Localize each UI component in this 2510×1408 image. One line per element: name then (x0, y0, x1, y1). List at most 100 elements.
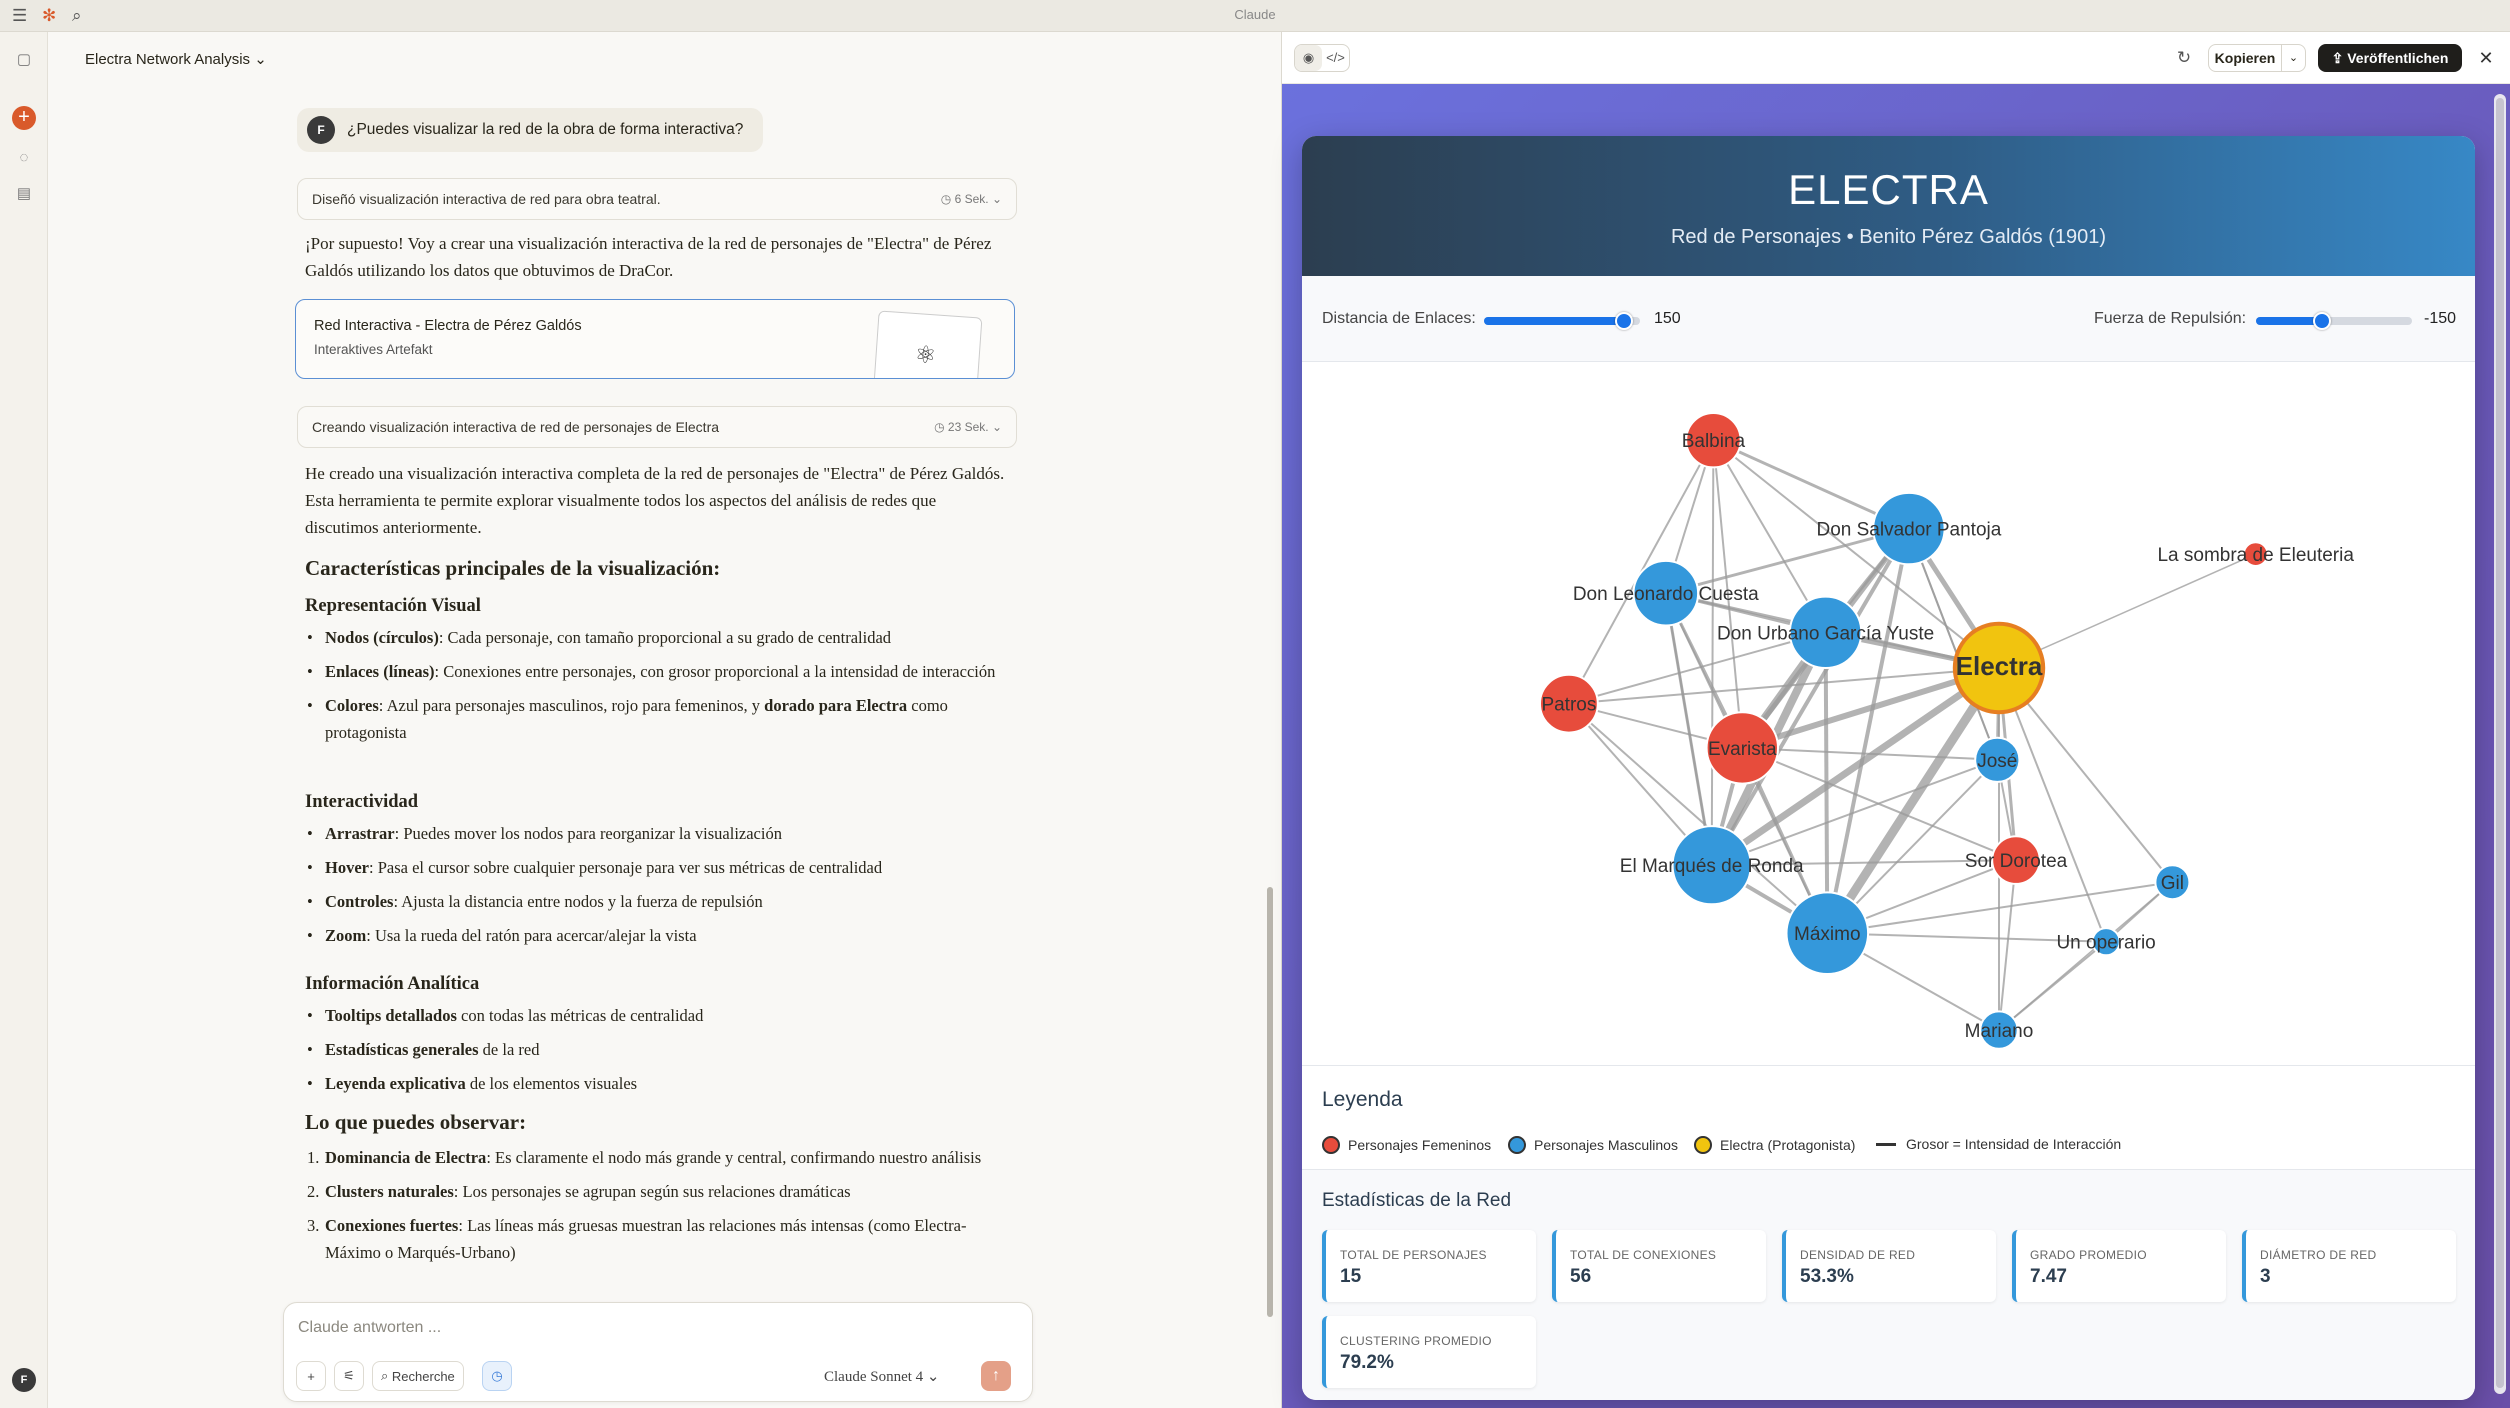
artifact-canvas: ELECTRA Red de Personajes • Benito Pérez… (1282, 84, 2510, 1408)
sidebar-toggle-icon[interactable]: ▢ (14, 50, 34, 70)
thinking-block-1[interactable]: Diseñó visualización interactiva de red … (297, 178, 1017, 220)
title-bar: ☰ ✻ ⌕ Claude (0, 0, 2510, 32)
interactivity-heading: Interactividad (305, 792, 419, 812)
user-avatar[interactable]: F (12, 1368, 36, 1392)
list-item: Estadísticas generales de la red (305, 1036, 1005, 1063)
stats-title: Estadísticas de la Red (1322, 1190, 1512, 1211)
network-link (1709, 527, 1911, 867)
legend-title: Leyenda (1322, 1088, 1403, 1111)
composer[interactable]: Claude antworten ... + ⚟ ⌕ Recherche ◷ C… (283, 1302, 1033, 1402)
network-link (1710, 440, 1715, 866)
list-item: Tooltips detallados con todas las métric… (305, 1002, 1005, 1029)
features-heading: Características principales de la visual… (305, 556, 721, 580)
node-label: Evarista (1708, 739, 1777, 760)
intro-paragraph: ¡Por supuesto! Voy a crear una visualiza… (305, 234, 992, 280)
link-distance-value: 150 (1654, 310, 1681, 327)
conversation-title[interactable]: Electra Network Analysis ⌄ (85, 50, 267, 68)
thinking-label: Diseñó visualización interactiva de red … (312, 191, 661, 207)
chevron-down-icon: ⌄ (254, 51, 267, 68)
publish-button[interactable]: ⇪ Veröffentlichen (2318, 44, 2462, 72)
artifact-toolbar: ◉ </> ↻ Kopieren ⌄ ⇪ Veröffentlichen ✕ (1282, 32, 2510, 84)
slider-handle[interactable] (1615, 312, 1634, 330)
node-label: José (1977, 751, 2017, 772)
close-icon[interactable]: ✕ (2474, 44, 2498, 72)
list-item: Enlaces (líneas): Conexiones entre perso… (305, 658, 1005, 685)
send-button[interactable]: ↑ (981, 1361, 1011, 1391)
legend-male: Personajes Masculinos (1508, 1136, 1678, 1154)
research-button[interactable]: ⌕ Recherche (372, 1361, 464, 1391)
interactivity-list: Arrastrar: Puedes mover los nodos para r… (305, 820, 1005, 956)
view-toggle[interactable]: ◉ </> (1294, 44, 1350, 72)
legend-female: Personajes Femeninos (1322, 1136, 1491, 1154)
artifact-subtitle: Interaktives Artefakt (314, 342, 433, 357)
stat-card: CLUSTERING PROMEDIO 79.2% (1322, 1316, 1536, 1388)
list-item: Conexiones fuertes: Las líneas más grues… (305, 1212, 1005, 1266)
repulsion-value: -150 (2424, 310, 2457, 327)
controls-bar: Distancia de Enlaces: 150 Fuerza de Repu… (1302, 276, 2475, 362)
eye-icon[interactable]: ◉ (1295, 45, 1322, 71)
network-stats: Estadísticas de la Red TOTAL DE PERSONAJ… (1302, 1170, 2475, 1400)
thinking-label: Creando visualización interactiva de red… (312, 419, 720, 435)
observe-list: Dominancia de Electra: Es claramente el … (305, 1144, 1005, 1273)
new-chat-button[interactable]: + (12, 106, 36, 130)
stat-card: DIÁMETRO DE RED 3 (2242, 1230, 2456, 1302)
network-svg[interactable]: Electra Balbina Don Salvador Pantoja La som… (1302, 362, 2475, 1066)
node-label: Sor Dorotea (1965, 851, 2068, 872)
chevron-down-icon[interactable]: ⌄ (2281, 45, 2305, 71)
clock-icon: ◷ (491, 1368, 503, 1383)
observe-heading: Lo que puedes observar: (305, 1110, 527, 1134)
history-button[interactable]: ◷ (482, 1361, 512, 1391)
summary-paragraph: He creado una visualización interactiva … (305, 464, 1005, 537)
node-label: La sombra de Eleuteria (2157, 545, 2354, 566)
user-message-text: ¿Puedes visualizar la red de la obra de … (347, 121, 744, 138)
tools-button[interactable]: ⚟ (334, 1361, 364, 1391)
sliders-icon: ⚟ (343, 1368, 355, 1383)
male-swatch (1508, 1136, 1526, 1154)
projects-icon[interactable]: ▤ (14, 184, 34, 204)
plus-icon: + (307, 1368, 315, 1384)
code-icon[interactable]: </> (1322, 45, 1349, 71)
clock-icon: ◷ (940, 192, 955, 206)
repulsion-slider[interactable] (2256, 312, 2412, 330)
message-input[interactable]: Claude antworten ... (298, 1319, 441, 1337)
node-label: Don Salvador Pantoja (1816, 520, 2001, 541)
share-icon: ⇪ (2331, 49, 2348, 66)
visual-heading: Representación Visual (305, 596, 481, 616)
left-rail: ▢ + ◌ ▤ F (0, 32, 48, 1408)
list-item: Leyenda explicativa de los elementos vis… (305, 1070, 1005, 1097)
slider-handle[interactable] (2312, 312, 2331, 330)
chat-scrollbar[interactable] (1267, 887, 1273, 1317)
window-title: Claude (1234, 7, 1276, 22)
user-avatar-small: F (307, 116, 335, 144)
network-graph[interactable]: Electra Balbina Don Salvador Pantoja La som… (1302, 362, 2475, 1066)
copy-button[interactable]: Kopieren ⌄ (2208, 44, 2306, 72)
thinking-block-2[interactable]: Creando visualización interactiva de red… (297, 406, 1017, 448)
visualization-card: ELECTRA Red de Personajes • Benito Pérez… (1302, 136, 2475, 1400)
node-label: Gil (2161, 873, 2184, 894)
list-item: Controles: Ajusta la distancia entre nod… (305, 888, 1005, 915)
refresh-icon[interactable]: ↻ (2172, 44, 2196, 72)
user-message: F ¿Puedes visualizar la red de la obra d… (297, 108, 764, 152)
chat-area: Electra Network Analysis ⌄ F ¿Puedes vis… (49, 32, 1279, 1408)
link-distance-slider[interactable] (1484, 312, 1640, 330)
chats-icon[interactable]: ◌ (14, 148, 34, 168)
thinking-duration: ◷ 23 Sek. ⌄ (934, 420, 1002, 434)
artifact-card[interactable]: Red Interactiva - Electra de Pérez Galdó… (295, 299, 1015, 379)
node-label: El Marqués de Ronda (1620, 856, 1804, 877)
visual-list: Nodos (círculos): Cada personaje, con ta… (305, 624, 1005, 753)
node-label: Don Leonardo Cuesta (1573, 584, 1759, 605)
add-button[interactable]: + (296, 1361, 326, 1391)
artifact-scrollbar[interactable] (2494, 94, 2506, 1394)
legend-protagonist: Electra (Protagonista) (1694, 1136, 1855, 1154)
analytic-list: Tooltips detallados con todas las métric… (305, 1002, 1005, 1104)
play-subtitle: Red de Personajes • Benito Pérez Galdós … (1670, 226, 2107, 248)
model-selector[interactable]: Claude Sonnet 4 ⌄ (824, 1367, 939, 1386)
female-swatch (1322, 1136, 1340, 1154)
clock-icon: ◷ (934, 420, 948, 434)
node-label: Máximo (1794, 924, 1861, 945)
node-label: Patros (1541, 695, 1596, 716)
artifact-title: Red Interactiva - Electra de Pérez Galdó… (314, 318, 582, 334)
list-item: Nodos (círculos): Cada personaje, con ta… (305, 624, 1005, 651)
link-distance-label: Distancia de Enlaces: (1322, 310, 1476, 327)
stat-card: TOTAL DE PERSONAJES 15 (1322, 1230, 1536, 1302)
